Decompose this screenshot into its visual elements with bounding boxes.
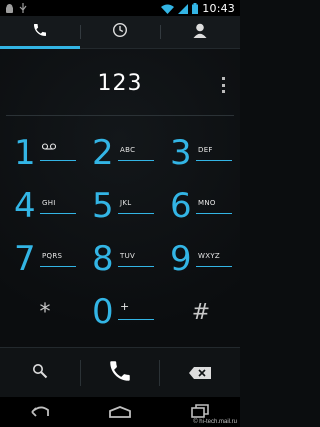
call-button[interactable] [80,348,160,398]
key-letters: GHI [42,199,56,207]
contacts-icon [192,22,208,42]
key-underline [40,213,76,214]
key-digit: 6 [170,186,192,226]
key-letters: DEF [198,146,213,154]
key-hash[interactable]: # [162,288,240,340]
dialed-number[interactable]: 123 [0,71,240,96]
voicemail-icon [41,143,57,152]
key-letters: TUV [120,252,136,260]
battery-icon [192,0,199,18]
dialer-pad: 123 1 2 ABC 3 DEF 4 GHI 5 JKL 6 MNO 7 PQ… [0,49,240,347]
key-digit: 3 [170,133,192,173]
key-digit: 4 [14,186,36,226]
key-underline [40,160,76,161]
key-underline [118,160,154,161]
usb-icon [19,0,27,18]
key-digit: 2 [92,133,114,173]
overflow-dot [221,83,225,87]
digits-divider [6,115,234,116]
status-bar: 10:43 [0,0,240,16]
key-underline [196,160,232,161]
back-button[interactable] [0,403,80,422]
key-underline [118,266,154,267]
key-4[interactable]: 4 GHI [6,182,84,234]
overflow-dot [221,77,225,80]
key-1[interactable]: 1 [6,129,84,181]
key-digit: 1 [14,133,36,173]
key-8[interactable]: 8 TUV [84,235,162,287]
key-digit: 8 [92,239,114,279]
key-letters: WXYZ [198,252,220,260]
key-6[interactable]: 6 MNO [162,182,240,234]
key-9[interactable]: 9 WXYZ [162,235,240,287]
wifi-icon [161,0,175,18]
key-underline [118,213,154,214]
key-letters: JKL [120,199,132,207]
key-0[interactable]: 0 + [84,288,162,340]
key-digit: 9 [170,239,192,279]
key-5[interactable]: 5 JKL [84,182,162,234]
tab-bar [0,16,240,49]
key-letters: PQRS [42,252,63,260]
key-letters: ABC [120,146,136,154]
key-7[interactable]: 7 PQRS [6,235,84,287]
navigation-bar: © hi-tech.mail.ru [0,397,240,427]
key-underline [196,266,232,267]
tab-phone[interactable] [0,16,80,49]
key-letters: MNO [198,199,216,207]
key-star[interactable]: * [6,288,84,340]
key-digit: 7 [14,239,36,279]
status-clock: 10:43 [202,1,235,15]
tab-contacts[interactable] [160,16,240,48]
home-button[interactable] [80,403,160,422]
signal-icon [178,0,189,18]
search-button[interactable] [0,348,80,398]
key-underline [40,266,76,267]
watermark: © hi-tech.mail.ru [193,419,237,425]
key-2[interactable]: 2 ABC [84,129,162,181]
backspace-icon [189,364,211,383]
overflow-dot [221,90,225,93]
overflow-menu-button[interactable] [218,77,228,93]
key-underline [196,213,232,214]
back-icon [28,403,52,422]
key-plus: + [120,300,130,313]
android-notification-icon [5,0,14,18]
tab-call-log[interactable] [80,16,160,48]
key-underline [118,319,154,320]
key-digit: 5 [92,186,114,226]
search-icon [32,363,48,383]
recent-clock-icon [112,22,128,42]
home-icon [108,403,132,422]
key-3[interactable]: 3 DEF [162,129,240,181]
key-star-symbol: * [39,300,51,325]
key-digit: 0 [92,292,114,332]
backspace-button[interactable] [160,348,240,398]
call-icon [107,358,133,388]
key-hash-symbol: # [191,300,211,325]
phone-icon [32,22,48,42]
action-bar [0,347,240,398]
